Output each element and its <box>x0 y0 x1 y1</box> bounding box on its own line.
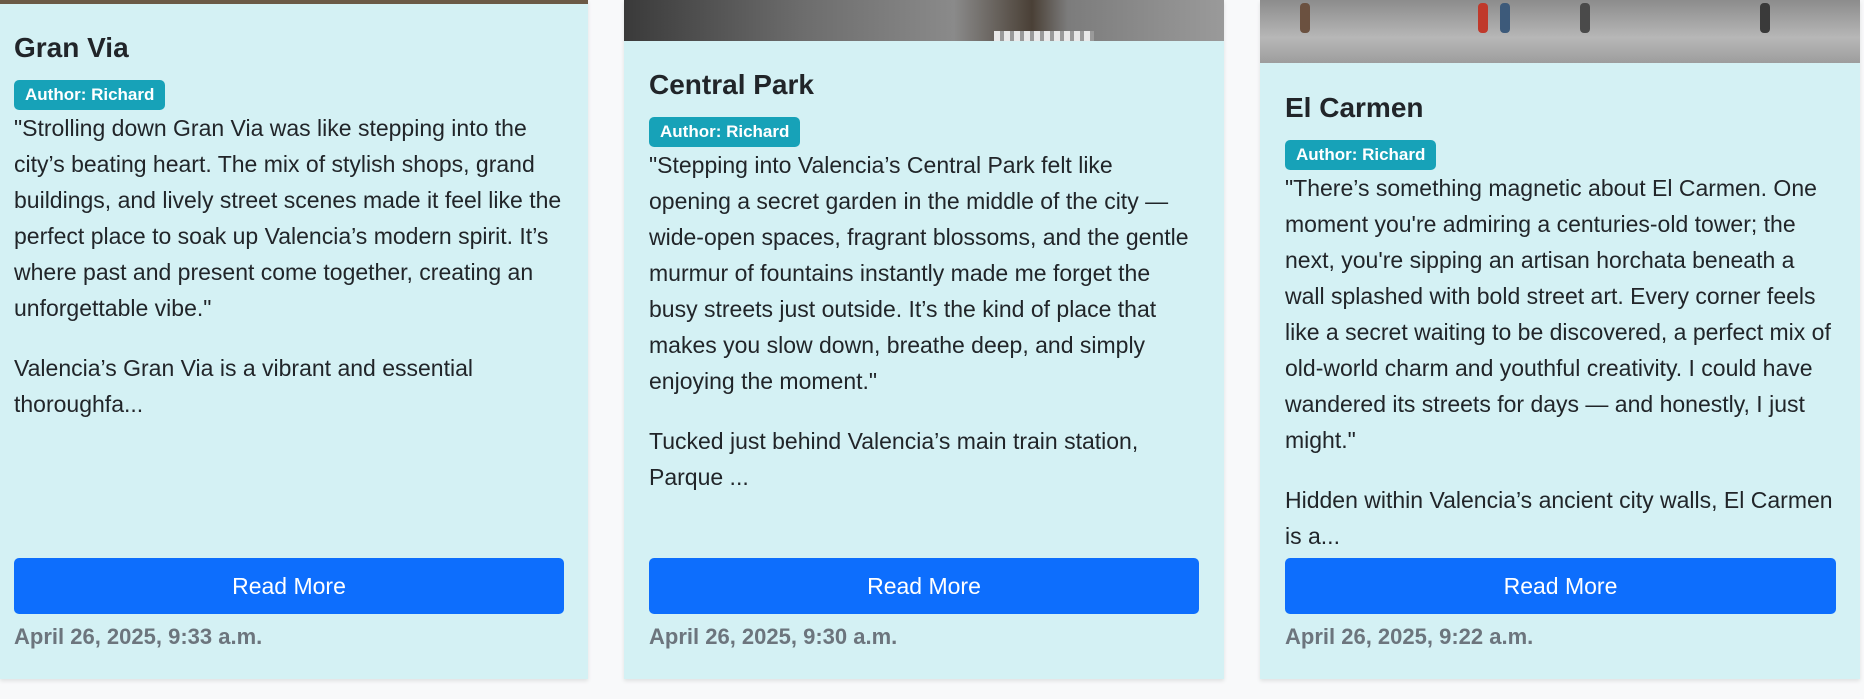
crosswalk-stripe <box>994 31 1094 41</box>
card-quote: "Strolling down Gran Via was like steppi… <box>14 115 562 321</box>
card-excerpt: Hidden within Valencia’s ancient city wa… <box>1285 487 1833 549</box>
post-date: April 26, 2025, 9:22 a.m. <box>1285 624 1534 649</box>
post-date: April 26, 2025, 9:30 a.m. <box>649 624 898 649</box>
pedestrian-figure <box>1500 3 1510 33</box>
pedestrian-figure <box>1478 3 1488 33</box>
read-more-button[interactable]: Read More <box>1285 558 1836 614</box>
post-card-gran-via: Gran Via Author: Richard "Strolling down… <box>0 0 588 679</box>
card-excerpt: Valencia’s Gran Via is a vibrant and ess… <box>14 355 473 417</box>
post-card-central-park: Central Park Author: Richard "Stepping i… <box>624 0 1224 679</box>
read-more-button[interactable]: Read More <box>649 558 1199 614</box>
card-body: El Carmen Author: Richard "There’s somet… <box>1285 90 1836 554</box>
card-title: Gran Via <box>14 32 129 63</box>
read-more-button[interactable]: Read More <box>14 558 564 614</box>
post-date: April 26, 2025, 9:33 a.m. <box>14 624 263 649</box>
post-image[interactable] <box>0 0 588 4</box>
post-card-el-carmen: El Carmen Author: Richard "There’s somet… <box>1260 0 1860 679</box>
author-badge: Author: Richard <box>14 80 166 110</box>
post-image[interactable] <box>624 0 1224 41</box>
post-image[interactable] <box>1260 0 1860 63</box>
author-badge: Author: Richard <box>649 117 801 147</box>
card-body: Gran Via Author: Richard "Strolling down… <box>14 30 564 422</box>
card-body: Central Park Author: Richard "Stepping i… <box>649 67 1200 495</box>
card-title: El Carmen <box>1285 92 1424 123</box>
card-title: Central Park <box>649 69 814 100</box>
card-quote: "Stepping into Valencia’s Central Park f… <box>649 152 1189 394</box>
author-badge: Author: Richard <box>1285 140 1437 170</box>
card-quote: "There’s something magnetic about El Car… <box>1285 175 1831 453</box>
pedestrian-figure <box>1300 3 1310 33</box>
pedestrian-figure <box>1580 3 1590 33</box>
card-excerpt: Tucked just behind Valencia’s main train… <box>649 428 1139 490</box>
pedestrian-figure <box>1760 3 1770 33</box>
